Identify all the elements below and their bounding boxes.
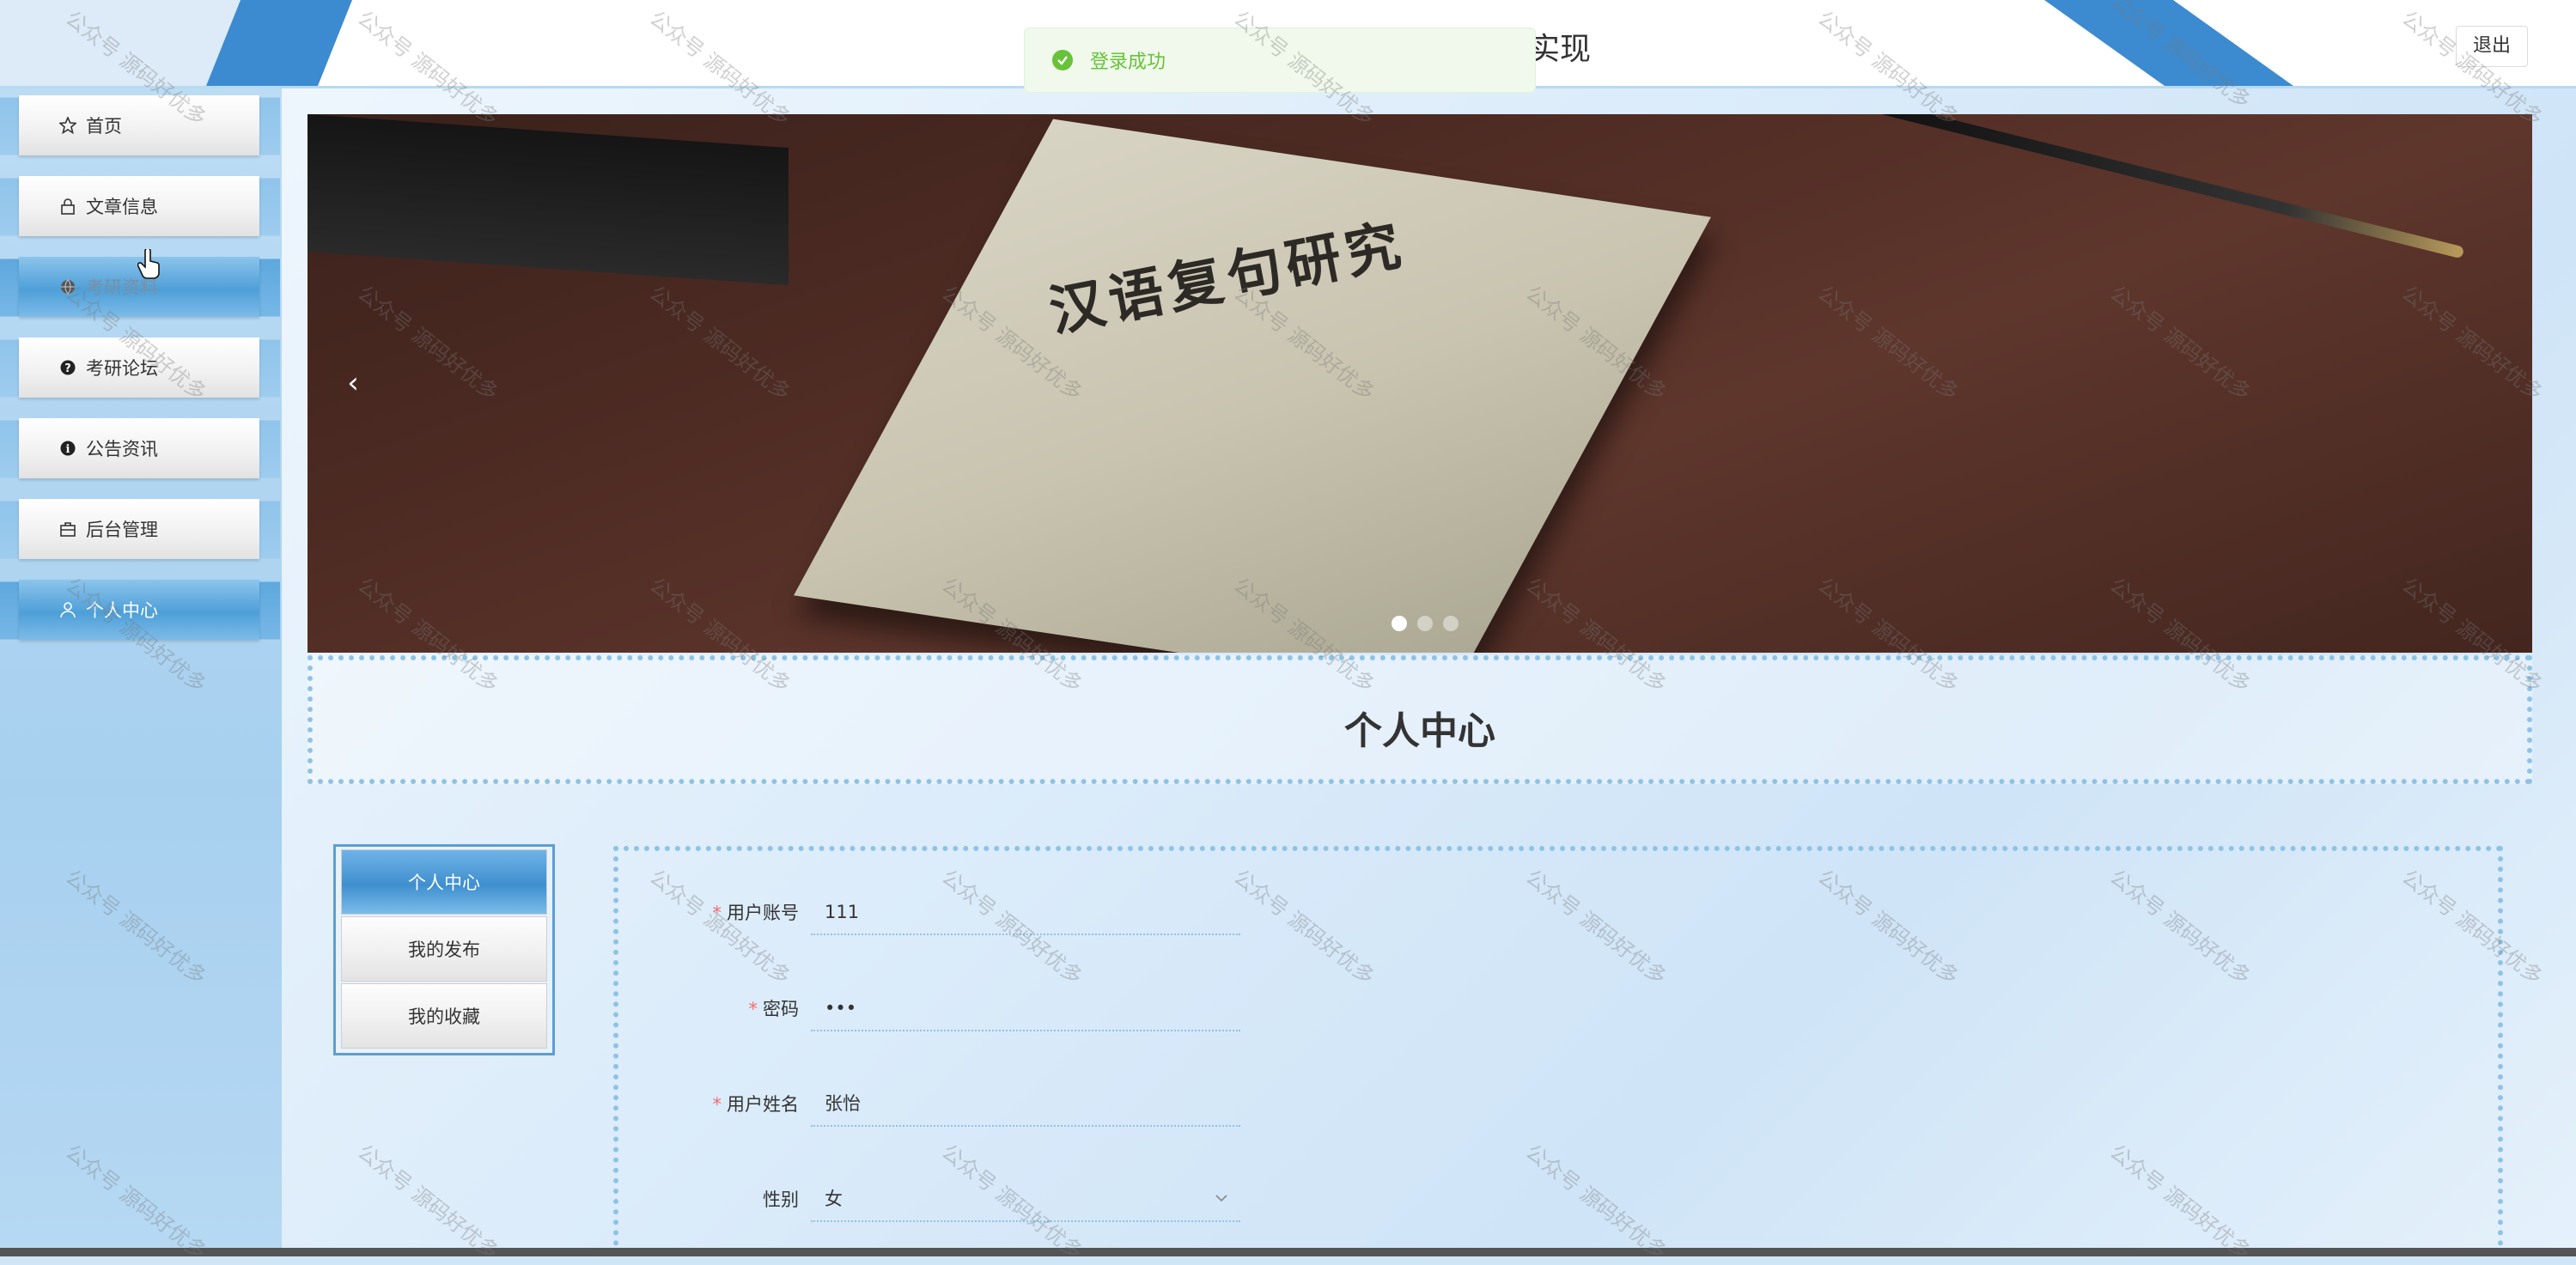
svg-text:?: ?	[64, 362, 71, 375]
star-outline-icon	[58, 116, 77, 135]
sidebar-item-label: 公告资讯	[86, 439, 158, 459]
globe-icon	[58, 277, 77, 296]
briefcase-icon	[58, 520, 77, 538]
chevron-down-icon	[1215, 1195, 1227, 1202]
required-marker: *	[712, 903, 722, 923]
check-circle-icon	[1052, 50, 1073, 70]
sidebar-item-announcements[interactable]: i 公告资讯	[0, 411, 280, 487]
banner-pen-image	[1878, 114, 2465, 259]
sidebar-item-home[interactable]: 首页	[0, 88, 280, 164]
header-decoration-left	[0, 0, 352, 86]
tab-my-posts[interactable]: 我的发布	[341, 916, 547, 982]
field-password: * 密码 •••	[618, 983, 1477, 1035]
page-title: 个人中心	[1344, 709, 1495, 753]
info-circle-icon: i	[58, 439, 77, 458]
question-circle-icon: ?	[58, 358, 77, 377]
lock-icon	[58, 197, 77, 216]
field-gender: 性别 女	[618, 1174, 1477, 1225]
toast-message: 登录成功	[1090, 52, 1166, 73]
field-label: 用户账号	[727, 903, 799, 923]
sidebar-item-label: 首页	[86, 116, 122, 137]
fullname-input[interactable]: 张怡	[811, 1084, 1240, 1127]
tab-profile[interactable]: 个人中心	[341, 849, 547, 915]
field-label: 用户姓名	[727, 1094, 799, 1115]
user-icon	[58, 600, 77, 619]
banner-carousel[interactable]: 汉语复句研究 ‹	[308, 114, 2532, 653]
field-label: 密码	[763, 999, 799, 1019]
success-toast: 登录成功	[1024, 27, 1536, 93]
required-marker: *	[712, 1094, 722, 1115]
sidebar-item-articles[interactable]: 文章信息	[0, 169, 280, 245]
sidebar-item-forum[interactable]: ? 考研论坛	[0, 331, 280, 406]
section-title-box: 个人中心	[308, 655, 2532, 784]
password-input[interactable]: •••	[811, 988, 1240, 1031]
carousel-dot[interactable]	[1443, 616, 1459, 631]
hand-cursor-icon	[137, 249, 160, 279]
field-fullname: * 用户姓名 张怡	[618, 1079, 1477, 1130]
sidebar-item-label: 考研论坛	[86, 358, 158, 379]
carousel-dot[interactable]	[1417, 616, 1433, 631]
required-marker: *	[748, 999, 758, 1019]
sidebar-item-profile[interactable]: 个人中心	[0, 573, 280, 648]
tab-my-favorites[interactable]: 我的收藏	[341, 983, 547, 1049]
header-decoration-right	[2044, 0, 2293, 86]
carousel-indicators	[1392, 616, 1459, 631]
sidebar-item-label: 文章信息	[86, 197, 158, 217]
logout-button[interactable]: 退出	[2456, 26, 2528, 67]
field-label: 性别	[763, 1189, 799, 1210]
sidebar-item-label: 个人中心	[86, 600, 158, 621]
svg-text:i: i	[66, 443, 70, 456]
banner-box-image	[308, 114, 789, 286]
gender-select[interactable]: 女	[811, 1179, 1240, 1222]
carousel-dot[interactable]	[1392, 616, 1407, 631]
banner-book-image	[794, 119, 1711, 653]
bottom-scrollbar[interactable]	[0, 1248, 2576, 1256]
main-content: 汉语复句研究 ‹ 个人中心 个人中心 我的发布 我的收藏 * 用户账号 111 *…	[282, 88, 2576, 1256]
sidebar-item-admin[interactable]: 后台管理	[0, 492, 280, 568]
profile-tab-panel: 个人中心 我的发布 我的收藏	[333, 844, 555, 1055]
carousel-prev-arrow-icon[interactable]: ‹	[333, 363, 373, 403]
site-title: 实现	[1529, 32, 1592, 67]
gender-select-value: 女	[825, 1189, 843, 1209]
profile-form: * 用户账号 111 * 密码 ••• * 用户姓名 张怡 性别 女	[613, 846, 2503, 1256]
sidebar-item-label: 后台管理	[86, 520, 158, 540]
username-input[interactable]: 111	[811, 892, 1240, 935]
field-username: * 用户账号 111	[618, 887, 1477, 939]
